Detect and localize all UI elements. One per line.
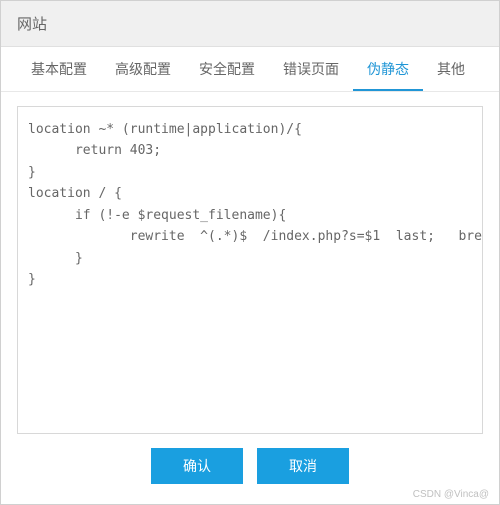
- dialog-footer: 确认 取消: [17, 434, 483, 484]
- confirm-button[interactable]: 确认: [151, 448, 243, 484]
- tab-bar: 基本配置 高级配置 安全配置 错误页面 伪静态 其他: [1, 47, 499, 92]
- rewrite-code-textarea[interactable]: location ~* (runtime|application)/{ retu…: [17, 106, 483, 434]
- content-panel: location ~* (runtime|application)/{ retu…: [1, 92, 499, 484]
- watermark-text: CSDN @Vinca@: [413, 489, 489, 500]
- cancel-button[interactable]: 取消: [257, 448, 349, 484]
- tab-other[interactable]: 其他: [423, 47, 479, 91]
- dialog-title: 网站: [17, 13, 483, 34]
- tab-rewrite[interactable]: 伪静态: [353, 47, 423, 91]
- tab-basic-config[interactable]: 基本配置: [17, 47, 101, 91]
- dialog-header: 网站: [1, 1, 499, 47]
- tab-advanced-config[interactable]: 高级配置: [101, 47, 185, 91]
- tab-security-config[interactable]: 安全配置: [185, 47, 269, 91]
- tab-error-page[interactable]: 错误页面: [269, 47, 353, 91]
